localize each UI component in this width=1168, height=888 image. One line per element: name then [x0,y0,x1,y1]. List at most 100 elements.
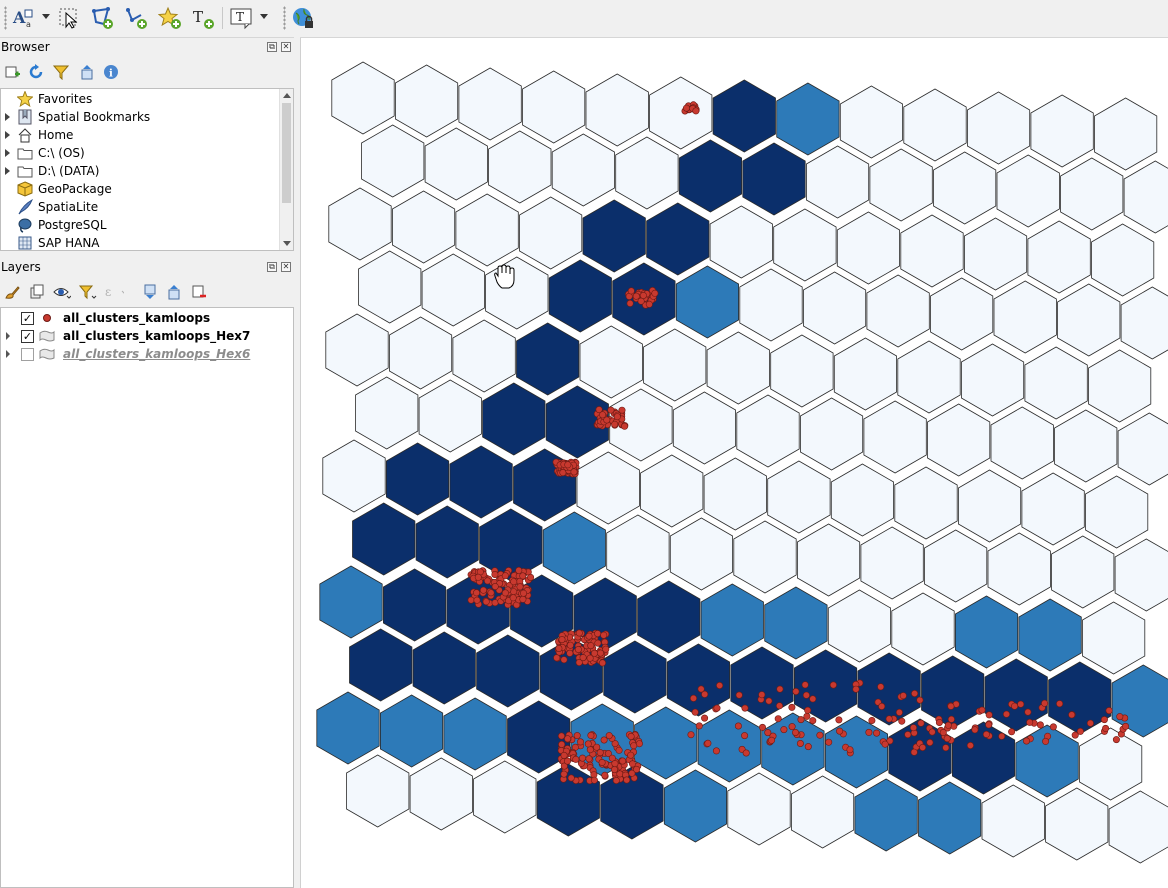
hex-cell [1108,790,1168,864]
cluster-point [943,735,951,743]
collapse-all-icon [81,65,93,80]
hex-cell [458,67,522,141]
map-canvas[interactable] [300,38,1168,888]
add-polygon-button[interactable] [89,5,115,31]
cluster-point [804,706,812,714]
select-features-button[interactable] [56,5,82,31]
database-icon [17,235,33,250]
toolbar-grip[interactable] [4,6,7,30]
cluster-point [491,570,499,578]
manage-visibility-button[interactable] [52,282,72,302]
hex-cell [1027,220,1091,294]
browser-item[interactable]: SpatiaLite [1,198,281,216]
layer-visibility-checkbox[interactable]: ✓ [21,330,34,343]
cluster-point [616,770,624,778]
hex-cell [482,382,546,456]
browser-toolbar: i [0,60,294,84]
filter-browser-button[interactable] [51,62,71,82]
browser-float-button[interactable]: ⧉ [267,42,277,52]
hex-cell [513,448,577,522]
browser-item[interactable]: SAP HANA [1,234,281,250]
hex-cell [739,268,803,342]
add-point-button[interactable] [157,5,183,31]
hex-cell [803,271,867,345]
remove-layer-button[interactable] [189,282,209,302]
toolbar-grip[interactable] [283,6,286,30]
hex-cell [542,511,606,585]
expand-arrow-icon[interactable] [6,350,10,358]
browser-tree[interactable]: Favorites Spatial Bookmarks Home C:\ (OS) D:… [0,88,294,251]
browser-item[interactable]: Home [1,126,281,144]
layer-visibility-checkbox[interactable]: ✓ [21,312,34,325]
cluster-point [1036,721,1044,729]
browser-close-button[interactable]: ✕ [281,42,291,52]
add-line-button[interactable] [123,5,149,31]
georeference-button[interactable] [290,5,316,31]
properties-button[interactable]: i [101,62,121,82]
cluster-point [501,589,509,597]
add-selected-layers-button[interactable] [2,62,22,82]
browser-item[interactable]: Favorites [1,90,281,108]
filter-icon [79,285,97,300]
polygon-add-icon [92,7,113,29]
expand-arrow-icon[interactable] [5,113,10,121]
expand-arrow-icon[interactable] [5,167,10,175]
browser-item[interactable]: GeoPackage [1,180,281,198]
geopackage-icon [17,181,33,197]
cluster-point [998,732,1006,740]
hex-cell [964,217,1028,291]
expand-arrow-icon[interactable] [6,332,10,340]
collapse-all-button[interactable] [77,62,97,82]
browser-item[interactable]: D:\ (DATA) [1,162,281,180]
cluster-point [791,728,799,736]
hex-cell [981,784,1045,858]
cluster-point [626,299,634,307]
cluster-point [1105,707,1113,715]
add-group-button[interactable] [27,282,47,302]
collapse-all-layers-button[interactable] [164,282,184,302]
cluster-point [555,644,563,652]
hex-cell [1051,535,1115,609]
layer-item[interactable]: ✓ all_clusters_kamloops [1,309,291,327]
browser-item[interactable]: C:\ (OS) [1,144,281,162]
layers-tree[interactable]: ✓ all_clusters_kamloops ✓ all_clusters_kaml… [0,307,294,888]
expand-arrow-icon[interactable] [5,131,10,139]
cluster-point [611,760,619,768]
layers-close-button[interactable]: ✕ [281,262,291,272]
cluster-point [515,566,523,574]
hex-cell [1057,283,1121,357]
hex-cell [522,70,586,144]
refresh-button[interactable] [26,62,46,82]
cluster-point [804,743,812,751]
browser-scrollbar[interactable] [279,89,293,250]
scroll-down-arrow[interactable] [283,241,291,246]
hex-cell [993,280,1057,354]
cluster-point [873,729,881,737]
cluster-point [836,727,844,735]
layers-float-button[interactable]: ⧉ [267,262,277,272]
cluster-point [527,573,535,581]
filter-expression-button[interactable]: ε [104,282,124,302]
expand-arrow-icon[interactable] [5,149,10,157]
layer-item[interactable]: all_clusters_kamloops_Hex6 [1,345,291,363]
filter-legend-button[interactable] [78,282,98,302]
text-annotation-dropdown[interactable] [260,14,268,19]
style-layer-button[interactable] [2,282,22,302]
label-tool-button[interactable]: A a [10,5,36,31]
cluster-point [1042,737,1050,745]
browser-item[interactable]: Spatial Bookmarks [1,108,281,126]
add-text-button[interactable]: T [190,5,216,31]
cluster-point [573,732,581,740]
layer-visibility-checkbox[interactable] [21,348,34,361]
line-add-icon [126,8,147,29]
browser-item[interactable]: PostgreSQL [1,216,281,234]
layers-panel-title: Layers [0,258,294,276]
cluster-point [1116,713,1124,721]
expand-all-button[interactable] [140,282,160,302]
layer-item[interactable]: ✓ all_clusters_kamloops_Hex7 [1,327,291,345]
label-tool-dropdown[interactable] [42,14,50,19]
cluster-point [1112,736,1120,744]
text-annotation-button[interactable]: T [228,5,254,31]
scroll-thumb[interactable] [282,103,291,203]
scroll-up-arrow[interactable] [283,93,291,98]
